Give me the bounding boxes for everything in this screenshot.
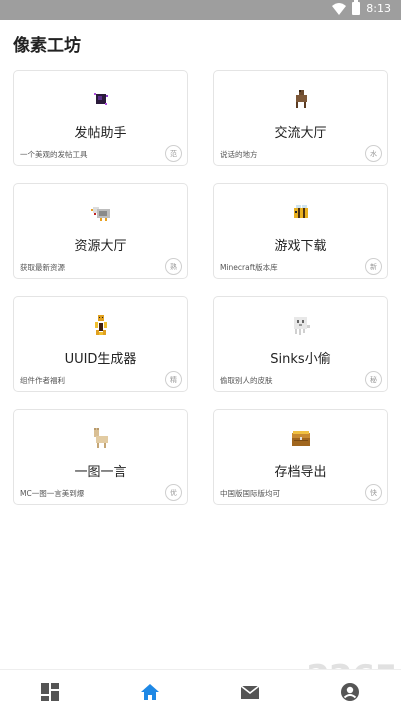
llama-pixel-icon xyxy=(93,428,108,448)
nav-mail[interactable] xyxy=(239,681,261,703)
card-title: Sinks小偷 xyxy=(270,352,331,367)
obsidian-pixel-icon xyxy=(93,93,108,105)
card-badge: 水 xyxy=(365,145,382,162)
card-badge: 新 xyxy=(365,258,382,275)
nav-home[interactable] xyxy=(139,681,161,703)
account-icon xyxy=(341,683,359,701)
nav-dashboard[interactable] xyxy=(39,681,61,703)
card-title: 游戏下载 xyxy=(274,239,327,254)
card-desc: 说话的地方 xyxy=(220,150,258,159)
card-picture-quote[interactable]: 一图一言 MC一图一言美到爆 优 xyxy=(13,409,188,505)
card-title: 发帖助手 xyxy=(74,126,127,141)
bee-pixel-icon xyxy=(293,205,308,218)
chicken-pixel-icon xyxy=(90,207,110,221)
card-badge: 精 xyxy=(165,371,182,388)
card-badge: 熟 xyxy=(165,258,182,275)
card-badge: 快 xyxy=(365,484,382,501)
card-desc: Minecraft版本库 xyxy=(220,263,278,272)
card-lobby[interactable]: 交流大厅 说话的地方 水 xyxy=(213,70,388,166)
card-desc: MC一图一言美到爆 xyxy=(20,489,85,498)
nav-account[interactable] xyxy=(339,681,361,703)
card-title: UUID生成器 xyxy=(64,352,137,367)
card-badge: 秘 xyxy=(365,371,382,388)
card-desc: 一个美观的发帖工具 xyxy=(20,150,88,159)
wifi-icon xyxy=(332,2,347,15)
card-badge: 优 xyxy=(165,484,182,501)
card-badge: 范 xyxy=(165,145,182,162)
home-icon xyxy=(141,684,159,700)
status-time: 8:13 xyxy=(366,2,391,15)
dashboard-icon xyxy=(41,683,59,701)
chest-pixel-icon xyxy=(291,431,310,446)
card-title: 交流大厅 xyxy=(274,126,327,141)
card-desc: 获取最新资源 xyxy=(20,263,65,272)
battery-icon xyxy=(352,0,361,15)
card-uuid-generator[interactable]: UUID生成器 组件作者福利 精 xyxy=(13,296,188,392)
bottom-nav xyxy=(0,669,401,712)
mail-icon xyxy=(240,685,260,699)
card-title: 一图一言 xyxy=(74,465,127,480)
status-bar: 8:13 xyxy=(0,0,401,20)
card-save-export[interactable]: 存档导出 中国版国际版均可 快 xyxy=(213,409,388,505)
card-desc: 组件作者福利 xyxy=(20,376,65,385)
card-desc: 中国版国际版均可 xyxy=(220,489,280,498)
status-icons: 8:13 xyxy=(332,0,391,15)
page-title: 像素工坊 xyxy=(13,36,81,56)
card-desc: 偷取别人的皮肤 xyxy=(220,376,273,385)
horse-pixel-icon xyxy=(295,90,307,108)
card-title: 资源大厅 xyxy=(74,239,127,254)
card-title: 存档导出 xyxy=(274,465,327,480)
ghast-pixel-icon xyxy=(293,317,310,335)
card-post-helper[interactable]: 发帖助手 一个美观的发帖工具 范 xyxy=(13,70,188,166)
blaze-pixel-icon xyxy=(94,315,107,335)
card-resources[interactable]: 资源大厅 获取最新资源 熟 xyxy=(13,183,188,279)
card-game-download[interactable]: 游戏下载 Minecraft版本库 新 xyxy=(213,183,388,279)
card-skin-stealer[interactable]: Sinks小偷 偷取别人的皮肤 秘 xyxy=(213,296,388,392)
feature-grid: 发帖助手 一个美观的发帖工具 范 交流大厅 说话的地方 水 资源大厅 获取最新资… xyxy=(13,70,389,505)
